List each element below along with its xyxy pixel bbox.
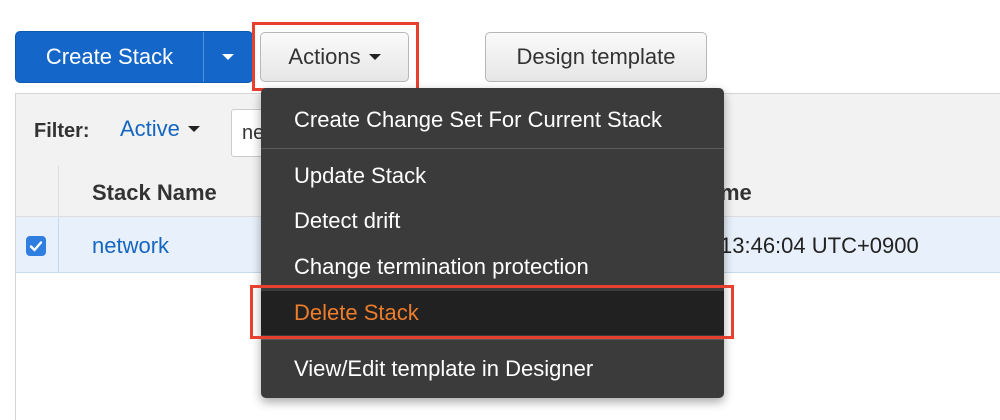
column-header-stack-name[interactable]: Stack Name [92,180,217,206]
menu-item-update-stack[interactable]: Update Stack [261,154,724,198]
create-stack-dropdown-toggle[interactable] [203,32,252,82]
chevron-down-icon [222,54,234,60]
checkmark-icon [29,241,43,252]
filter-status-dropdown[interactable]: Active [120,116,200,142]
stack-name-link[interactable]: network [92,233,169,259]
filter-label: Filter: [34,120,90,142]
create-stack-button[interactable]: Create Stack [16,32,203,82]
row-checkbox[interactable] [26,236,46,256]
actions-button[interactable]: Actions [260,32,409,82]
stack-created-time: 13:46:04 UTC+0900 [720,233,919,258]
actions-dropdown-menu: Create Change Set For Current Stack Upda… [261,88,724,398]
column-divider [58,217,59,272]
menu-item-view-edit-template[interactable]: View/Edit template in Designer [261,347,724,391]
chevron-down-icon [368,54,381,60]
filter-status-value: Active [120,116,180,141]
design-template-button[interactable]: Design template [485,32,707,82]
menu-divider [261,339,724,340]
menu-divider [261,148,724,149]
create-stack-split-button[interactable]: Create Stack [15,31,253,83]
menu-item-create-change-set[interactable]: Create Change Set For Current Stack [261,98,724,142]
column-divider [58,166,59,216]
menu-item-detect-drift[interactable]: Detect drift [261,199,724,243]
actions-button-label: Actions [288,44,361,69]
menu-item-change-termination-protection[interactable]: Change termination protection [261,245,724,289]
chevron-down-icon [187,126,200,132]
menu-item-delete-stack[interactable]: Delete Stack [261,291,724,335]
column-header-time[interactable]: me [720,180,752,206]
